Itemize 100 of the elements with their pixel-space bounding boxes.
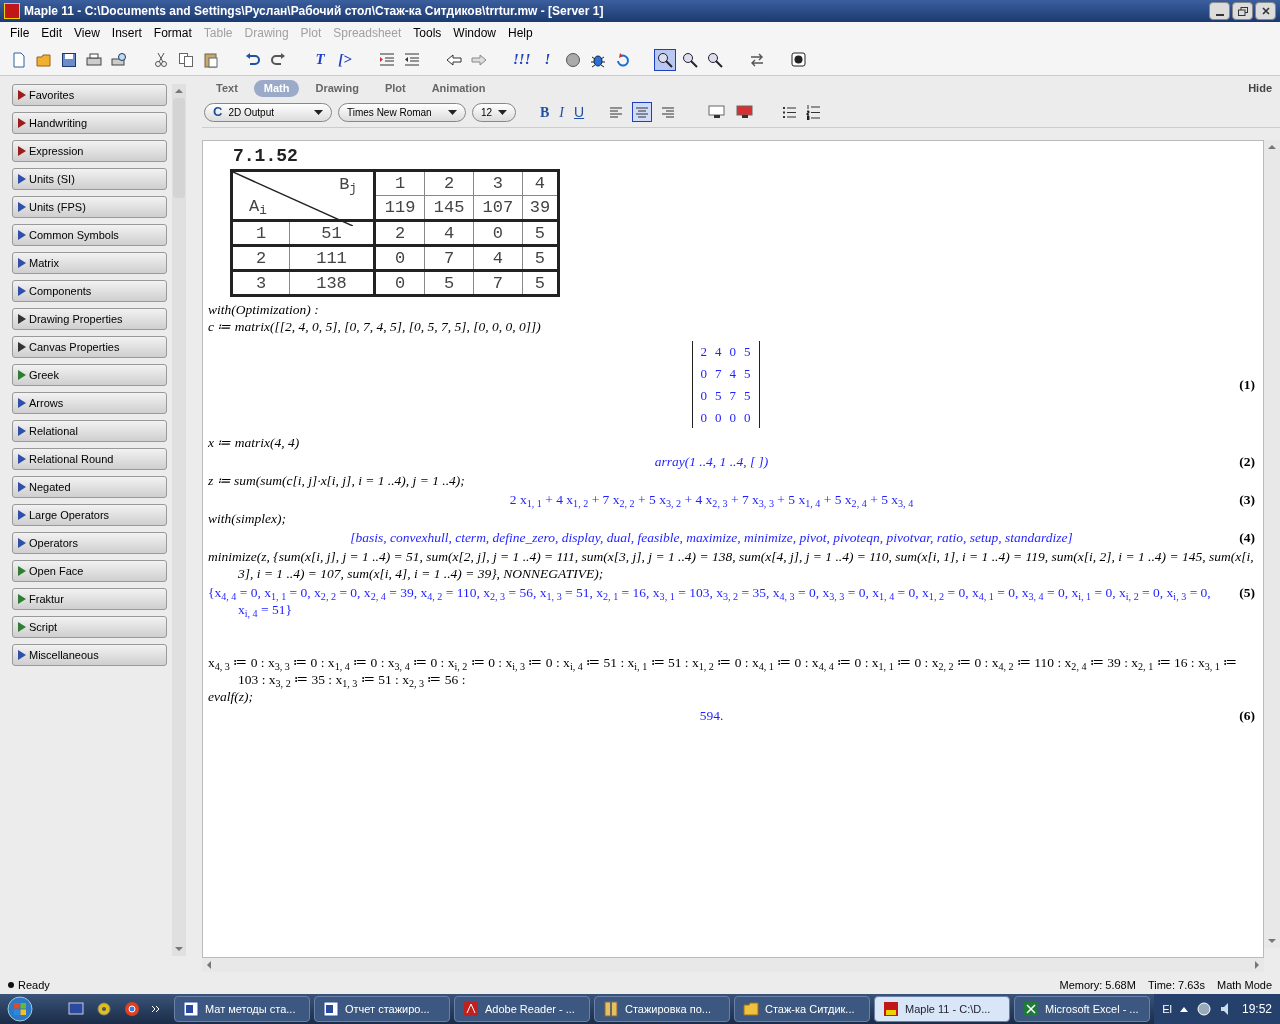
palette-header[interactable]: Handwriting [12,112,167,134]
vertical-scrollbar[interactable] [1264,140,1280,948]
spreadsheet-icon [1023,1001,1039,1017]
clipboard-icon [203,51,219,68]
context-tab[interactable]: Drawing [305,79,369,97]
scroll-left-icon [206,961,212,969]
minimize-button[interactable] [1209,2,1230,20]
menu-item[interactable]: File [4,24,36,42]
menu-item[interactable]: Format [147,24,198,42]
align-button[interactable] [632,102,653,122]
palette-header[interactable]: Units (FPS) [12,196,167,218]
printer-icon [86,51,102,68]
palette-header[interactable]: Expression [12,140,167,162]
palette-header[interactable]: Large Operators [12,504,167,526]
browser-icon [124,1001,140,1017]
palette-header[interactable]: Relational [12,420,167,442]
maximize-button[interactable] [1232,2,1253,20]
horizontal-scrollbar[interactable] [202,958,1264,972]
underline-button[interactable]: U [572,101,587,123]
palette-header[interactable]: Drawing Properties [12,308,167,330]
toolbar-button[interactable] [653,48,676,71]
input-line[interactable]: z ≔ sum(sum(c[i, j]·x[i, j], i = 1 ..4), j = 1 ..4); [208,472,1255,489]
caret-icon [448,109,457,115]
style-dropdown[interactable]: C 2D Output [204,102,332,122]
palette-header[interactable]: Script [12,616,167,638]
hide-button[interactable]: Hide [1248,79,1272,97]
style-icon: C [213,102,223,122]
matrix-entry: 4 [715,343,722,360]
menu-item[interactable]: Help [502,24,539,42]
menu-item[interactable]: View [68,24,106,42]
caret-icon [314,109,323,115]
align-left-icon [609,105,624,119]
scroll-thumb[interactable] [173,98,185,198]
taskbar-item[interactable]: Мат методы ста... [174,996,310,1022]
italic-button[interactable]: I [557,101,566,123]
palette-header[interactable]: Units (SI) [12,168,167,190]
chevron-icon [152,1005,160,1013]
palette-header[interactable]: Miscellaneous [12,644,167,666]
palette-header[interactable]: Arrows [12,392,167,414]
scroll-up-icon [175,88,183,94]
palette-header[interactable]: Greek [12,364,167,386]
align-right-icon [661,105,676,119]
palette-header[interactable]: Negated [12,476,167,498]
input-line[interactable]: x$_{4, 3}$ ≔ 0 : x$_{3, 3}$ ≔ 0 : x$_{1, 4}$ ≔ 0 : x$_{3, 4}$ ≔ 0 : x$_{i, 2}$ ≔ 0 : x$_{i, 3}$ ≔ 0 : x$_{i, 4}$ ≔ 51 : x$_{i, 1}$ ≔ 51 : x$_{1, 2}$ ≔ 0 : x$_{4, 1}$ ≔ 0 : x$_{4, 4}$ ≔ 0 : x$_{1, 1}$ ≔ 0 : x$_{2, 2}$ ≔ 0 : x$_{4, 2}$ ≔ 110 : x$_{2, 4}$ ≔ 39 : x$_{2, 1}$ ≔ 16 : x$_{3, 1}$ ≔ 103 : x$_{3, 2}$ ≔ 35 : x$_{1, 3}$ ≔ 51 : x$_{2, 3}$ ≔ 56 : [208,654,1255,688]
input-line[interactable]: evalf(z); [208,688,1255,705]
output-line: {x$_{4, 4}$ = 0, x$_{1, 1}$ = 0, x$_{2, 2}$ = 0, x$_{2, 4}$ = 39, x$_{4, 2}$ = 110, x$_{2, 3}$ = 56, x$_{1, 3}$ = 51, x$_{2, 1}$ = 16, x$_{3, 1}$ = 103, x$_{3, 2}$ = 35, x$_{4, 3}$ = 0, x$_{3, 3}$ = 0, x$_{1, 4}$ = 0, x$_{1, 2}$ = 0, x$_{4, 1}$ = 0, x$_{3, 4}$ = 0, x$_{i, 1}$ = 0, x$_{i, 2}$ = 0, x$_{i, 3}$ = 0, x$_{i, 4}$ = 51} [208,584,1212,618]
font-dropdown[interactable]: Times New Roman [338,102,466,122]
language-indicator[interactable]: El [1162,1000,1172,1018]
taskbar-item[interactable]: Microsoft Excel - ... [1014,996,1150,1022]
desktop-icon [68,1001,84,1017]
input-line[interactable]: with(Optimization) : [208,301,1255,318]
table-header: A$_{i}$ [249,198,267,215]
bullet-list-icon [782,105,797,119]
menu-item[interactable]: Edit [35,24,69,42]
problem-number: 7.1.52 [233,147,299,165]
palette-header[interactable]: Matrix [12,252,167,274]
matrix-entry: 4 [729,365,736,382]
close-button[interactable] [1255,2,1276,20]
palette-header[interactable]: Components [12,280,167,302]
input-line[interactable]: with(simplex); [208,510,1255,527]
palette-header[interactable]: Relational Round [12,448,167,470]
taskbar-item[interactable]: Adobe Reader - ... [454,996,590,1022]
palette-scrollbar[interactable] [172,84,186,956]
caret-icon [498,109,507,115]
palette-header[interactable]: Fraktur [12,588,167,610]
network-icon [1195,1001,1212,1017]
menu-item[interactable]: Tools [407,24,448,42]
palette-header[interactable]: Operators [12,532,167,554]
menu-item[interactable]: Window [447,24,502,42]
output-line: array(1 ..4, 1 ..4, [ ]) [653,453,770,470]
input-line[interactable]: c ≔ matrix([[2, 4, 0, 5], [0, 7, 4, 5], [0, 5, 7, 5], [0, 0, 0, 0]]) [208,318,1255,335]
menu-item[interactable]: Insert [105,24,148,42]
palette-header[interactable]: Open Face [12,560,167,582]
table-cell: 2 [424,170,474,196]
numbered-list-button[interactable] [804,104,823,120]
matrix-entry: 0 [700,409,707,426]
context-tab[interactable]: Animation [421,79,496,97]
worksheet[interactable] [202,140,1264,958]
size-dropdown[interactable]: 12 [472,102,516,122]
taskbar-item[interactable]: Стажировка по... [594,996,730,1022]
right-arrow-icon [471,51,487,68]
gear-icon [96,1001,112,1017]
bold-button[interactable]: B [538,101,552,123]
taskbar-item[interactable]: Стаж-ка Ситдик... [734,996,870,1022]
bullet-list-button[interactable] [780,105,799,119]
taskbar-item[interactable]: Отчет стажиро... [314,996,450,1022]
table-cell: 107 [473,195,523,221]
up-arrow-icon [1179,1006,1188,1012]
window-title: Maple 11 - C:\Documents and Settings\Руслан\Рабочий стол\Стаж-ка Ситдиков\trrtur.mw - [Server 1] [24,3,604,20]
palette-header[interactable]: Favorites [12,84,167,106]
matrix-entry: 5 [715,387,722,404]
context-tab[interactable]: Plot [374,79,416,97]
input-line[interactable]: x ≔ matrix(4, 4) [208,434,1255,451]
input-line[interactable]: minimize(z, {sum(x[i, j], j = 1 ..4) = 51, sum(x[2, j], j = 1 ..4) = 111, sum(x[3, j], j = 1 ..4) = 138, sum(x[4, j], j = 1 ..4) = 110, sum(x[i, 1], i = 1 ..4) = 119, sum(x[i, 2], i = 1 ..4) = 145, sum(x[i, 3], i = 1 ..4) = 107, sum(x[i, 4], i = 1 ..4) = 39}, NONNEGATIVE); [208,548,1255,582]
palette-header[interactable]: Canvas Properties [12,336,167,358]
context-tab[interactable]: Text [206,79,248,97]
taskbar-item[interactable]: Maple 11 - C:\D... [874,996,1010,1022]
palette-header[interactable]: Common Symbols [12,224,167,246]
table-cell: 1 [374,170,425,196]
magnifier-icon [681,51,698,68]
